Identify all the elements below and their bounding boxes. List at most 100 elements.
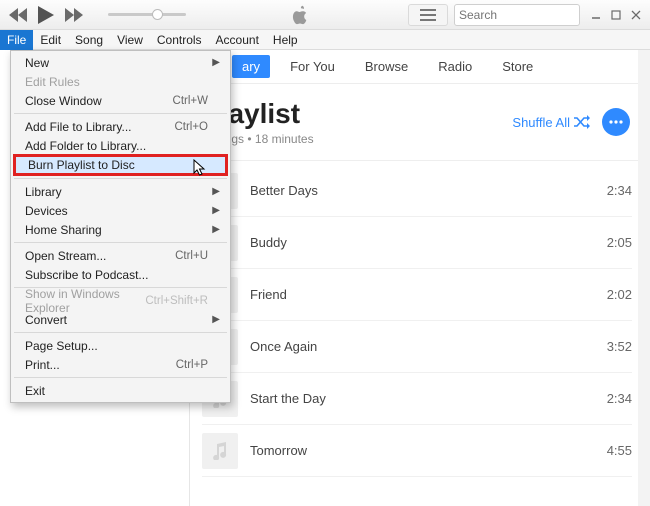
song-title: Once Again: [250, 339, 607, 354]
menu-help[interactable]: Help: [266, 30, 305, 50]
menuitem-exit[interactable]: Exit: [13, 381, 228, 400]
menuitem-devices[interactable]: Devices▶: [13, 201, 228, 220]
songs-list: Better Days2:34Buddy2:05Friend2:02Once A…: [190, 161, 650, 506]
menuitem-label: Print...: [25, 358, 60, 372]
more-icon: [609, 120, 623, 124]
menu-file[interactable]: File: [0, 30, 33, 50]
menuitem-label: New: [25, 56, 49, 70]
menuitem-label: Open Stream...: [25, 249, 106, 263]
more-actions-button[interactable]: [602, 108, 630, 136]
menuitem-shortcut: Ctrl+P: [176, 359, 208, 371]
menuitem-label: Page Setup...: [25, 339, 98, 353]
menu-separator: [14, 242, 227, 243]
album-art-placeholder: [202, 433, 238, 469]
vertical-scrollbar[interactable]: [638, 50, 650, 506]
menu-separator: [14, 178, 227, 179]
song-title: Start the Day: [250, 391, 607, 406]
playlist-subtitle: 6 songs • 18 minutes: [202, 132, 512, 146]
minimize-button[interactable]: [586, 5, 606, 25]
menuitem-print[interactable]: Print... Ctrl+P: [13, 355, 228, 374]
tab-browse[interactable]: Browse: [355, 55, 418, 78]
main-pane: ary For You Browse Radio Store Playlist 6 so…: [190, 50, 650, 506]
prev-button[interactable]: [4, 4, 32, 26]
menuitem-label: Exit: [25, 384, 45, 398]
menu-separator: [14, 113, 227, 114]
menuitem-shortcut: Ctrl+O: [174, 121, 208, 133]
menu-controls[interactable]: Controls: [150, 30, 209, 50]
menu-edit[interactable]: Edit: [33, 30, 68, 50]
menu-separator: [14, 377, 227, 378]
tab-library[interactable]: ary: [232, 55, 270, 78]
play-button[interactable]: [32, 4, 60, 26]
menuitem-label: Add File to Library...: [25, 120, 132, 134]
menuitem-shortcut: Ctrl+W: [173, 95, 208, 107]
menuitem-subscribe-to-podcast[interactable]: Subscribe to Podcast...: [13, 265, 228, 284]
menuitem-close-window[interactable]: Close Window Ctrl+W: [13, 91, 228, 110]
menuitem-convert[interactable]: Convert▶: [13, 310, 228, 329]
chevron-right-icon: ▶: [212, 224, 220, 235]
list-view-button[interactable]: [408, 4, 448, 26]
menuitem-shortcut: Ctrl+U: [175, 250, 208, 262]
menuitem-edit-rules: Edit Rules: [13, 72, 228, 91]
menuitem-add-folder-to-library[interactable]: Add Folder to Library...: [13, 136, 228, 155]
menu-account[interactable]: Account: [209, 30, 266, 50]
menu-separator: [14, 332, 227, 333]
menuitem-open-stream[interactable]: Open Stream... Ctrl+U: [13, 246, 228, 265]
volume-slider[interactable]: [108, 13, 186, 16]
tabs-row: ary For You Browse Radio Store: [190, 50, 650, 84]
menuitem-home-sharing[interactable]: Home Sharing▶: [13, 220, 228, 239]
playlist-header: Playlist 6 songs • 18 minutes Shuffle Al…: [190, 84, 650, 161]
close-icon: [631, 10, 641, 20]
song-duration: 3:52: [607, 339, 632, 354]
song-duration: 2:02: [607, 287, 632, 302]
menuitem-label: Burn Playlist to Disc: [28, 158, 135, 172]
volume-thumb[interactable]: [152, 9, 163, 20]
menu-view[interactable]: View: [110, 30, 150, 50]
menuitem-add-file-to-library[interactable]: Add File to Library... Ctrl+O: [13, 117, 228, 136]
song-title: Tomorrow: [250, 443, 607, 458]
shuffle-label: Shuffle All: [512, 115, 570, 130]
song-row[interactable]: Friend2:02: [202, 269, 632, 321]
song-row[interactable]: Tomorrow4:55: [202, 425, 632, 477]
menuitem-page-setup[interactable]: Page Setup...: [13, 336, 228, 355]
menu-song[interactable]: Song: [68, 30, 110, 50]
menuitem-label: Devices: [25, 204, 68, 218]
apple-icon: [290, 4, 310, 26]
window-buttons: [586, 5, 646, 25]
tab-radio[interactable]: Radio: [428, 55, 482, 78]
next-button[interactable]: [60, 4, 88, 26]
menuitem-label: Subscribe to Podcast...: [25, 268, 148, 282]
file-menu-dropdown: New▶Edit RulesClose WindowCtrl+WAdd File…: [10, 50, 231, 403]
song-row[interactable]: Once Again3:52: [202, 321, 632, 373]
music-note-icon: [212, 442, 228, 460]
search-box[interactable]: [454, 4, 580, 26]
menuitem-show-in-windows-explorer: Show in Windows ExplorerCtrl+Shift+R: [13, 291, 228, 310]
menuitem-label: Add Folder to Library...: [25, 139, 146, 153]
controls-bar: [0, 0, 650, 30]
song-row[interactable]: Start the Day2:34: [202, 373, 632, 425]
shuffle-all[interactable]: Shuffle All: [512, 115, 590, 130]
menuitem-burn-playlist-to-disc[interactable]: Burn Playlist to Disc: [13, 154, 228, 176]
menuitem-new[interactable]: New▶: [13, 53, 228, 72]
menuitem-label: Close Window: [25, 94, 102, 108]
play-icon: [38, 6, 54, 24]
song-duration: 2:34: [607, 183, 632, 198]
maximize-button[interactable]: [606, 5, 626, 25]
song-row[interactable]: Better Days2:34: [202, 165, 632, 217]
song-row[interactable]: Buddy2:05: [202, 217, 632, 269]
song-title: Friend: [250, 287, 607, 302]
maximize-icon: [611, 10, 621, 20]
playlist-title: Playlist: [202, 98, 512, 130]
previous-icon: [9, 8, 27, 22]
chevron-right-icon: ▶: [212, 186, 220, 197]
close-button[interactable]: [626, 5, 646, 25]
tab-for-you[interactable]: For You: [280, 55, 345, 78]
menu-bar: FileEditSongViewControlsAccountHelp: [0, 30, 650, 50]
list-icon: [420, 9, 436, 21]
song-title: Better Days: [250, 183, 607, 198]
tab-store[interactable]: Store: [492, 55, 543, 78]
menuitem-label: Edit Rules: [25, 75, 80, 89]
minimize-icon: [591, 10, 601, 20]
apple-logo-area: [246, 0, 354, 30]
menuitem-library[interactable]: Library▶: [13, 182, 228, 201]
